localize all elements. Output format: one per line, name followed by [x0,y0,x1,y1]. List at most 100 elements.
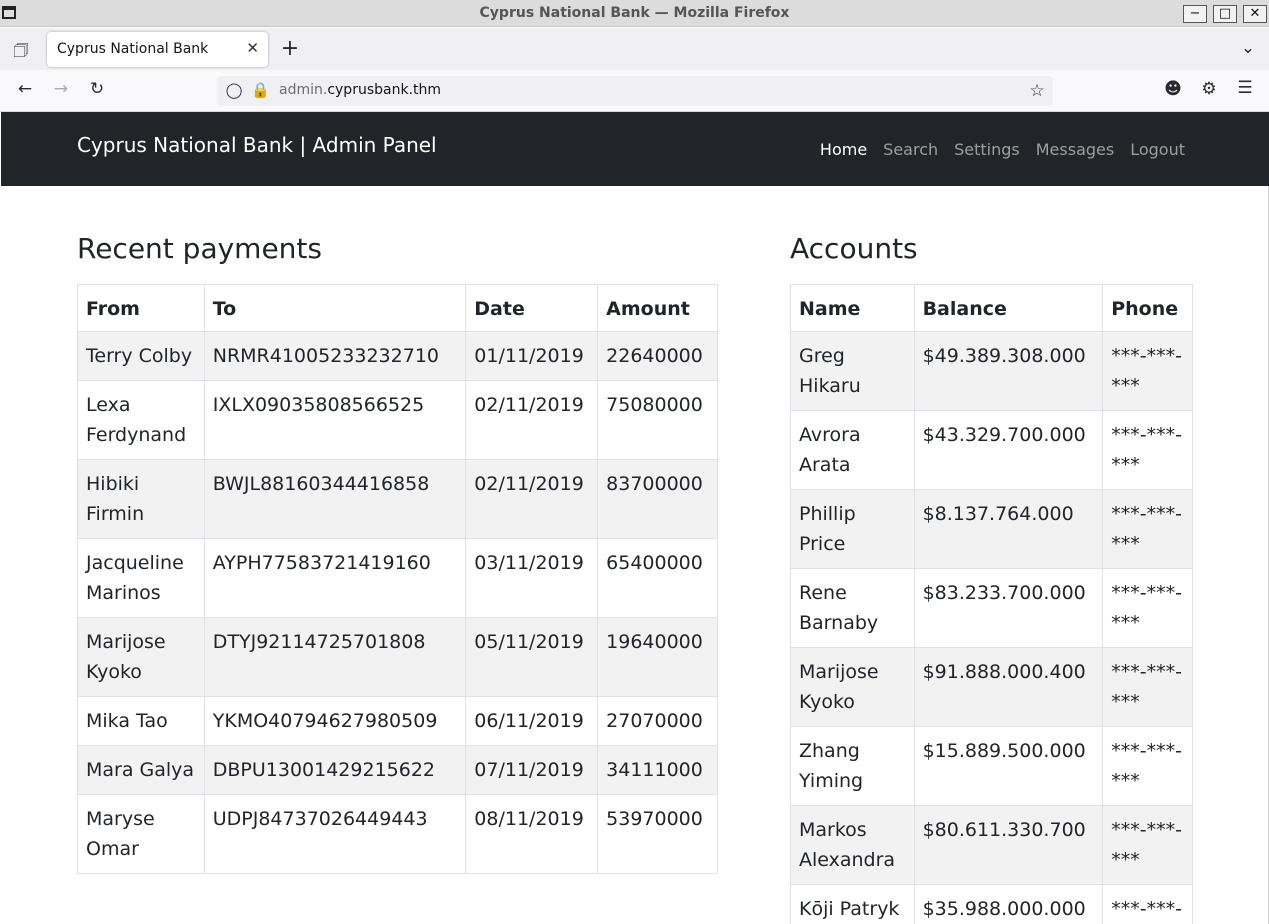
payment-from-cell: Jacqueline Marinos [77,538,205,618]
account-name-cell: Greg Hikaru [790,331,915,411]
firefox-view-icon[interactable]: 🗇 [12,38,30,67]
url-domain: cyprusbank.thm [327,82,442,98]
site-navbar: Cyprus National Bank | Admin Panel Home … [1,112,1269,186]
account-balance-cell: $49.389.308.000 [913,331,1104,411]
table-row: Avrora Arata $43.329.700.000 ***-***-*** [790,410,1193,490]
payment-from-cell: Terry Colby [77,331,205,381]
bookmark-star-icon[interactable]: ☆ [1027,81,1047,101]
account-balance-cell: $91.888.000.400 [913,647,1104,727]
new-tab-icon[interactable]: + [280,36,300,61]
close-window-button[interactable]: ✕ [1243,5,1267,23]
payment-amount-cell: 75080000 [597,380,718,460]
payments-col-from: From [77,284,205,332]
payment-amount-cell: 27070000 [597,696,718,746]
reload-icon[interactable]: ↻ [86,79,108,99]
navigation-toolbar: ← → ↻ ◯ 🔒 admin.cyprusbank.thm ☆ ☻ ⚙ ☰ [0,70,1269,112]
payments-col-amount: Amount [597,284,718,332]
tab-list-chevron-icon[interactable]: ⌄ [1238,38,1258,58]
accounts-header-row: Name Balance Phone [790,284,1193,332]
table-row: Hibiki Firmin BWJL88160344416858 02/11/201… [77,459,718,539]
nav-link-home[interactable]: Home [820,140,867,159]
account-phone-cell: ***-***-*** [1102,410,1193,490]
payment-to-cell: BWJL88160344416858 [203,459,467,539]
back-icon[interactable]: ← [14,79,36,99]
account-name-cell: Avrora Arata [790,410,915,490]
payment-amount-cell: 53970000 [597,794,718,874]
account-balance-cell: $80.611.330.700 [913,805,1104,885]
payment-from-cell: Marijose Kyoko [77,617,205,697]
account-phone-cell: ***-***-*** [1102,805,1193,885]
payments-col-date: Date [465,284,599,332]
nav-link-settings[interactable]: Settings [954,140,1020,159]
account-balance-cell: $15.889.500.000 [913,726,1104,806]
account-name-cell: Phillip Price [790,489,915,569]
table-row: Jacqueline Marinos AYPH77583721419160 03/1… [77,538,718,618]
account-phone-cell: ***-***-*** [1102,647,1193,727]
account-name-cell: Markos Alexandra [790,805,915,885]
table-row: Zhang Yiming $15.889.500.000 ***-***-*** [790,726,1193,806]
account-phone-cell: ***-***-*** [1102,726,1193,806]
forward-icon[interactable]: → [50,79,72,99]
payment-date-cell: 02/11/2019 [465,459,599,539]
table-row: Kōji Patryk$35.988.000.000***-***-*** [790,884,1193,924]
account-name-cell: Marijose Kyoko [790,647,915,727]
payment-date-cell: 07/11/2019 [465,745,599,795]
nav-link-search[interactable]: Search [883,140,938,159]
payment-to-cell: UDPJ84737026449443 [203,794,467,874]
menu-icon[interactable]: ☰ [1235,78,1255,98]
url-text[interactable]: admin.cyprusbank.thm [279,82,441,98]
payment-from-cell: Mara Galya [77,745,205,795]
nav-link-messages[interactable]: Messages [1036,140,1114,159]
payment-to-cell: NRMR41005233232710 [203,331,467,381]
tab-title: Cyprus National Bank [57,41,209,57]
payment-from-cell: Maryse Omar [77,794,205,874]
table-row: Marijose Kyoko DTYJ92114725701808 05/11/20… [77,617,718,697]
minimize-button[interactable]: − [1183,5,1207,23]
payments-header-row: From To Date Amount [77,284,718,332]
payment-to-cell: YKMO40794627980509 [203,696,467,746]
account-name-cell: Rene Barnaby [790,568,915,648]
url-bar[interactable]: ◯ 🔒 admin.cyprusbank.thm ☆ [217,76,1053,106]
payment-date-cell: 03/11/2019 [465,538,599,618]
maximize-button[interactable]: □ [1213,5,1237,23]
account-name-cell: Kōji Patryk [790,884,915,924]
accounts-col-balance: Balance [913,284,1104,332]
payment-from-cell: Lexa Ferdynand [77,380,205,460]
payment-date-cell: 08/11/2019 [465,794,599,874]
account-balance-cell: $35.988.000.000 [913,884,1104,924]
payments-table: From To Date Amount Terry Colby NRMR41005… [77,284,718,874]
insecure-lock-icon[interactable]: 🔒 [251,81,270,99]
table-row: Mika Tao YKMO40794627980509 06/11/2019 2707… [77,696,718,746]
payment-date-cell: 01/11/2019 [465,331,599,381]
payment-from-cell: Mika Tao [77,696,205,746]
tab-strip: 🗇 Cyprus National Bank ✕ + ⌄ [0,28,1269,70]
account-icon[interactable]: ☻ [1163,79,1183,99]
payment-date-cell: 06/11/2019 [465,696,599,746]
accounts-col-phone: Phone [1102,284,1193,332]
table-row: Markos Alexandra $80.611.330.700 ***-***-*… [790,805,1193,885]
payment-date-cell: 05/11/2019 [465,617,599,697]
payments-heading: Recent payments [77,232,322,265]
table-row: Maryse Omar UDPJ84737026449443 08/11/2019 5… [77,794,718,874]
payment-to-cell: DTYJ92114725701808 [203,617,467,697]
payment-to-cell: AYPH77583721419160 [203,538,467,618]
account-phone-cell: ***-***-*** [1102,489,1193,569]
payment-to-cell: IXLX09035808566525 [203,380,467,460]
site-nav-links: Home Search Settings Messages Logout [804,140,1185,159]
accounts-table: Name Balance Phone Greg Hikaru $49.389.30… [790,284,1193,924]
url-subdomain: admin. [279,82,328,98]
account-phone-cell: ***-***-*** [1102,331,1193,411]
shield-icon[interactable]: ◯ [225,81,243,99]
account-balance-cell: $8.137.764.000 [913,489,1104,569]
site-brand[interactable]: Cyprus National Bank | Admin Panel [77,133,437,157]
browser-tab[interactable]: Cyprus National Bank ✕ [47,32,268,67]
table-row: Phillip Price $8.137.764.000 ***-***-*** [790,489,1193,569]
account-phone-cell: ***-***-*** [1102,884,1193,924]
payment-date-cell: 02/11/2019 [465,380,599,460]
account-phone-cell: ***-***-*** [1102,568,1193,648]
tab-close-icon[interactable]: ✕ [246,39,259,57]
window-title: Cyprus National Bank — Mozilla Firefox [479,5,790,21]
extensions-icon[interactable]: ⚙ [1199,79,1219,99]
nav-link-logout[interactable]: Logout [1130,140,1185,159]
accounts-col-name: Name [790,284,915,332]
